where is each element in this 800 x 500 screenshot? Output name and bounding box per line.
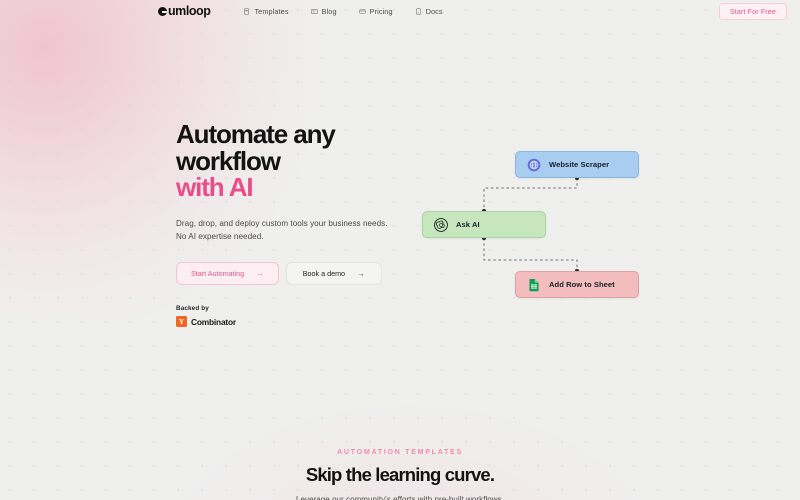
openai-icon [434,217,448,232]
section-subtitle: Leverage our community's efforts with pr… [296,494,504,500]
nav-item-pricing[interactable]: Pricing [348,4,404,19]
automation-templates-section: AUTOMATION TEMPLATES Skip the learning c… [0,448,800,500]
top-navbar: umloop Templates Blog Pricing Docs Start… [0,0,800,23]
hero-title-line-3-accent: with AI [176,172,254,203]
workflow-node-ask-ai-label: Ask AI [456,220,480,229]
nav-item-blog-label: Blog [321,7,337,16]
hero-subtitle-line-2: No AI expertise needed. [176,231,264,241]
hero-section: Automate any workflow with AI Drag, drop… [0,23,800,328]
start-automating-label: Start Automating [191,268,245,278]
nav-item-blog[interactable]: Blog [300,4,348,19]
nav-item-templates-label: Templates [254,7,289,16]
newspaper-icon [310,8,318,15]
hero-title-line-1: Automate any [176,119,336,149]
workflow-node-ask-ai[interactable]: Ask AI [422,211,546,238]
navbar-links: Templates Blog Pricing Docs [232,4,453,19]
arrow-right-icon: → [256,268,264,278]
workflow-node-website-scraper[interactable]: Website Scraper [515,151,639,178]
workflow-diagram: Website Scraper Ask AI Add Row to Sheet [415,140,655,310]
y-combinator-icon: Y [176,316,187,328]
section-eyebrow: AUTOMATION TEMPLATES [337,448,463,456]
book-icon [415,8,421,15]
section-title: Skip the learning curve. [305,464,495,485]
nav-item-docs[interactable]: Docs [404,4,454,19]
hero-subtitle: Drag, drop, and deploy custom tools your… [176,217,406,243]
landing-page: umloop Templates Blog Pricing Docs Start… [0,0,800,500]
y-combinator-badge: Y Combinator [176,316,800,328]
tag-icon [358,9,366,14]
google-sheets-icon [529,278,539,291]
nav-item-templates[interactable]: Templates [232,4,299,19]
gumloop-logo[interactable]: umloop [158,4,211,19]
start-for-free-button[interactable]: Start For Free [718,3,787,21]
hero-subtitle-line-1: Drag, drop, and deploy custom tools your… [176,218,388,228]
arrow-right-icon: → [357,268,365,278]
template-file-icon [244,8,250,15]
workflow-node-add-row-to-sheet-label: Add Row to Sheet [549,280,615,289]
globe-icon [527,158,541,171]
hero-title-line-2: workflow [176,145,281,176]
nav-item-pricing-label: Pricing [369,7,393,16]
gumloop-g-mark-icon [158,7,167,16]
workflow-node-website-scraper-label: Website Scraper [549,160,610,169]
book-a-demo-label: Book a demo [302,268,346,278]
nav-item-docs-label: Docs [425,7,443,16]
y-combinator-label: Combinator [191,316,236,327]
workflow-node-add-row-to-sheet[interactable]: Add Row to Sheet [515,271,639,298]
start-automating-button[interactable]: Start Automating → [176,261,279,286]
logo-wordmark: umloop [168,4,211,19]
book-a-demo-button[interactable]: Book a demo → [285,261,382,286]
